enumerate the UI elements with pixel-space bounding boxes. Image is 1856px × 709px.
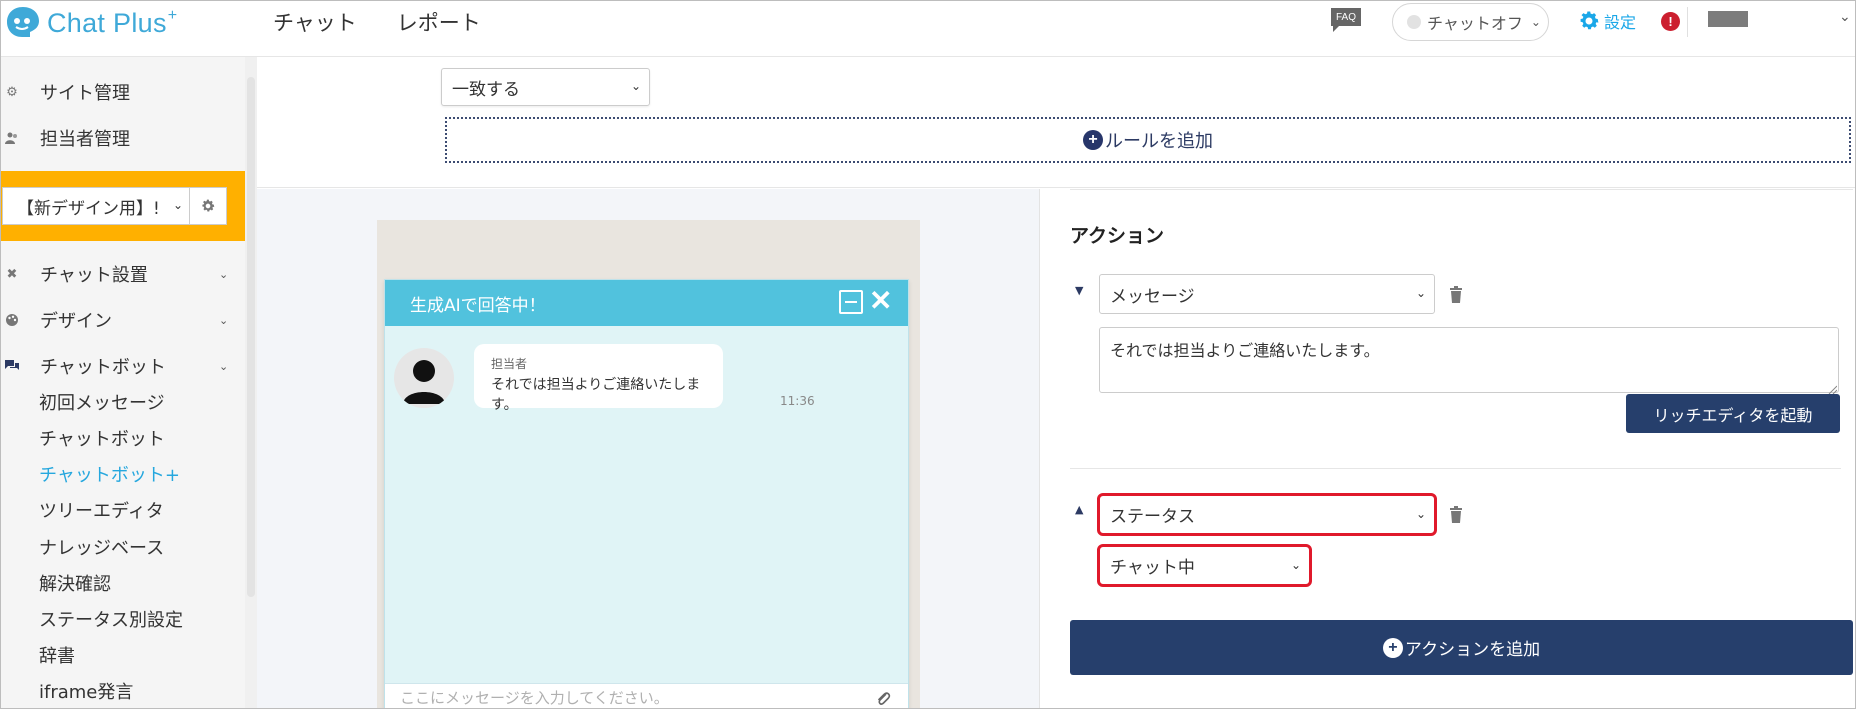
sidebar-sub-chatbot[interactable]: チャットボット xyxy=(39,425,165,451)
action-type-value: ステータス xyxy=(1110,507,1195,527)
site-select[interactable]: 【新デザイン用】! ⌄ xyxy=(2,187,190,225)
add-action-button[interactable]: + アクションを追加 xyxy=(1070,620,1853,675)
message-time: 11:36 xyxy=(780,394,815,408)
logo-text: Chat Plus+ xyxy=(47,7,178,38)
left-sidebar: ⚙ サイト管理 担当者管理 【新デザイン用】! ⌄ ✖ チャット設置 ⌄ デザイ… xyxy=(1,57,245,708)
app-logo[interactable]: Chat Plus+ xyxy=(5,5,177,41)
chevron-down-icon: ⌄ xyxy=(1415,507,1426,521)
sidebar-item-label: デザイン xyxy=(40,311,112,332)
sidebar-item-staff-admin[interactable]: 担当者管理 xyxy=(1,125,245,151)
sidebar-sub-chatbot-plus[interactable]: チャットボット+ xyxy=(39,461,180,487)
site-select-highlight: 【新デザイン用】! ⌄ xyxy=(1,171,245,241)
sidebar-item-site-admin[interactable]: ⚙ サイト管理 xyxy=(1,79,245,105)
action-type-select-message[interactable]: メッセージ ⌄ xyxy=(1099,274,1435,314)
widget-message-input[interactable]: ここにメッセージを入力してください。 xyxy=(385,683,908,708)
input-placeholder: ここにメッセージを入力してください。 xyxy=(400,689,669,707)
chevron-down-icon: ⌄ xyxy=(630,79,641,93)
scrollbar-thumb[interactable] xyxy=(247,77,255,597)
message-sender: 担当者 xyxy=(491,357,528,371)
status-value-select[interactable]: チャット中 ⌄ xyxy=(1097,544,1312,587)
plus-circle-icon: + xyxy=(1382,637,1403,658)
resize-handle-icon[interactable] xyxy=(1827,379,1838,395)
svg-text:FAQ: FAQ xyxy=(1336,12,1356,23)
chat-widget-preview: 生成AIで回答中！ ✕ 担当者 それでは担当よりご連絡いたします。 11:36 … xyxy=(384,279,909,708)
action-type-select-status[interactable]: ステータス ⌄ xyxy=(1097,493,1437,536)
sidebar-item-label: 担当者管理 xyxy=(40,129,130,150)
sidebar-item-label: サイト管理 xyxy=(40,83,130,104)
users-icon xyxy=(5,131,19,145)
chat-plus-logo-icon xyxy=(5,5,41,41)
trash-icon[interactable] xyxy=(1449,506,1463,524)
minimize-icon[interactable] xyxy=(839,290,863,314)
sidebar-sub-iframe[interactable]: iframe発言 xyxy=(39,678,133,704)
site-select-value: 【新デザイン用】! xyxy=(17,198,160,219)
sidebar-item-chatbot[interactable]: チャットボット ⌄ xyxy=(1,353,245,379)
sidebar-sub-first-message[interactable]: 初回メッセージ xyxy=(39,389,165,415)
sidebar-sub-resolution-check[interactable]: 解決確認 xyxy=(39,570,111,596)
action-type-value: メッセージ xyxy=(1110,286,1195,307)
chat-bubbles-icon xyxy=(5,359,19,373)
add-rule-label: ルールを追加 xyxy=(1105,131,1213,152)
chevron-down-icon[interactable]: ⌄ xyxy=(1839,9,1851,25)
app-frame: Chat Plus+ チャット レポート FAQ チャットオフ ⌄ 設定 ! ⌄ xyxy=(0,0,1856,709)
top-header: Chat Plus+ チャット レポート FAQ チャットオフ ⌄ 設定 ! ⌄ xyxy=(1,1,1855,57)
account-avatar[interactable] xyxy=(1708,11,1748,27)
add-rule-button[interactable]: + ルールを追加 xyxy=(445,117,1851,163)
message-bubble: 担当者 それでは担当よりご連絡いたします。 xyxy=(474,344,723,413)
chat-status-toggle[interactable]: チャットオフ ⌄ xyxy=(1392,3,1549,41)
collapse-up-icon[interactable]: ▲ xyxy=(1075,503,1083,516)
gears-icon: ⚙ xyxy=(6,84,18,100)
sidebar-sub-knowledge-base[interactable]: ナレッジベース xyxy=(39,534,164,560)
top-nav: チャット レポート xyxy=(273,7,521,37)
nav-chat[interactable]: チャット xyxy=(273,7,357,37)
collapse-down-icon[interactable]: ▼ xyxy=(1075,284,1083,297)
faq-icon[interactable]: FAQ xyxy=(1330,7,1366,33)
status-value: チャット中 xyxy=(1110,558,1195,578)
section-divider xyxy=(257,187,1855,188)
trash-icon[interactable] xyxy=(1449,286,1463,304)
widget-header: 生成AIで回答中！ xyxy=(385,280,908,326)
operator-avatar xyxy=(394,348,454,408)
action-message-textarea[interactable]: それでは担当よりご連絡いたします。 xyxy=(1099,327,1839,393)
chevron-down-icon: ⌄ xyxy=(1530,15,1541,29)
gear-icon xyxy=(1580,11,1599,30)
sidebar-item-chat-setup[interactable]: ✖ チャット設置 ⌄ xyxy=(1,261,245,287)
sidebar-sub-dictionary[interactable]: 辞書 xyxy=(39,642,75,668)
widget-title: 生成AIで回答中！ xyxy=(410,295,546,316)
settings-label: 設定 xyxy=(1604,13,1637,32)
status-dot xyxy=(1407,15,1421,29)
sidebar-item-label: チャットボット xyxy=(40,357,166,378)
message-text: それでは担当よりご連絡いたします。 xyxy=(491,377,701,413)
paperclip-icon[interactable] xyxy=(875,690,891,708)
section-divider xyxy=(1070,189,1853,190)
close-icon[interactable]: ✕ xyxy=(869,286,892,316)
plus-circle-icon: + xyxy=(1083,130,1103,150)
sidebar-item-label: チャット設置 xyxy=(40,265,148,286)
nav-report[interactable]: レポート xyxy=(397,7,481,37)
header-divider xyxy=(1687,7,1688,37)
chevron-down-icon: ⌄ xyxy=(219,359,229,373)
alert-icon[interactable]: ! xyxy=(1661,12,1680,31)
chevron-down-icon: ⌄ xyxy=(219,313,229,327)
chat-status-label: チャットオフ xyxy=(1427,14,1523,33)
chevron-down-icon: ⌄ xyxy=(172,198,183,212)
match-condition-value: 一致する xyxy=(452,79,520,100)
sidebar-sub-tree-editor[interactable]: ツリーエディタ xyxy=(39,497,164,523)
action-divider xyxy=(1070,468,1841,469)
chevron-down-icon: ⌄ xyxy=(1290,558,1301,572)
site-settings-gear-icon[interactable] xyxy=(189,187,227,225)
sidebar-sub-status-settings[interactable]: ステータス別設定 xyxy=(39,606,183,632)
palette-icon xyxy=(5,313,19,327)
chevron-down-icon: ⌄ xyxy=(1415,286,1426,300)
actions-title: アクション xyxy=(1070,225,1165,247)
sidebar-scrollbar[interactable] xyxy=(245,57,257,708)
rich-editor-button[interactable]: リッチエディタを起動 xyxy=(1626,394,1840,433)
tools-icon: ✖ xyxy=(6,266,18,282)
add-action-label: アクションを追加 xyxy=(1404,640,1541,660)
chevron-down-icon: ⌄ xyxy=(219,267,229,281)
sidebar-item-design[interactable]: デザイン ⌄ xyxy=(1,307,245,333)
settings-button[interactable]: 設定 xyxy=(1577,9,1636,33)
match-condition-select[interactable]: 一致する ⌄ xyxy=(441,68,650,106)
